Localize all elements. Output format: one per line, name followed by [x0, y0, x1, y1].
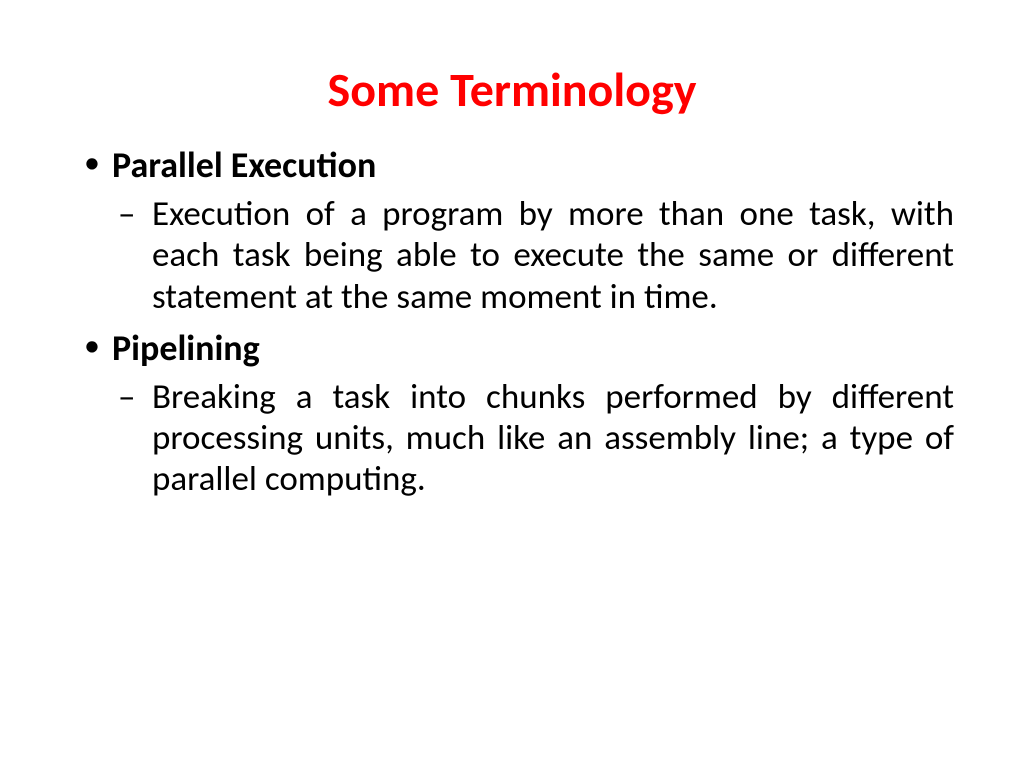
term-definition: Breaking a task into chunks performed by…: [112, 377, 954, 501]
term-item: Parallel Execution Execution of a progra…: [70, 143, 954, 318]
term-definition: Execution of a program by more than one …: [112, 194, 954, 318]
term-item: Pipelining Breaking a task into chunks p…: [70, 326, 954, 501]
slide-content: Parallel Execution Execution of a progra…: [70, 143, 954, 501]
term-list: Parallel Execution Execution of a progra…: [70, 143, 954, 501]
slide-title: Some Terminology: [70, 60, 954, 119]
definition-list: Execution of a program by more than one …: [112, 194, 954, 318]
definition-list: Breaking a task into chunks performed by…: [112, 377, 954, 501]
term-name: Parallel Execution: [112, 143, 954, 188]
term-name: Pipelining: [112, 326, 954, 371]
